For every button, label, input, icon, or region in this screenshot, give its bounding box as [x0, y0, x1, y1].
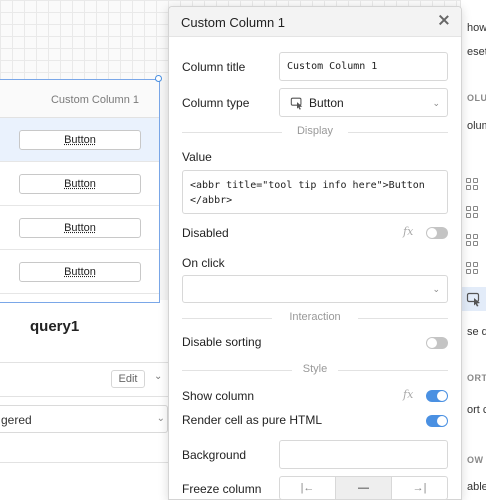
table-row[interactable]: Button — [0, 250, 159, 294]
query-title: query1 — [30, 318, 80, 335]
column-type-icon[interactable] — [466, 262, 480, 276]
column-settings-panel: Custom Column 1 Column title Custom Colu… — [168, 6, 462, 500]
inspector-section-label: ORTI — [467, 373, 486, 383]
table-cell-button[interactable]: Button — [19, 218, 141, 238]
inspector-text: ort co — [467, 404, 486, 416]
fx-icon[interactable]: fx — [403, 225, 413, 238]
table-cell-button[interactable]: Button — [19, 130, 141, 150]
inspector-text[interactable]: eset a — [467, 46, 486, 58]
panel-header: Custom Column 1 — [169, 7, 461, 37]
inspector-section-label: OW S — [467, 455, 486, 465]
column-type-icon[interactable] — [466, 206, 480, 220]
render-html-toggle[interactable] — [426, 415, 448, 427]
disable-sorting-toggle[interactable] — [426, 337, 448, 349]
button-type-icon — [466, 292, 480, 307]
inspector-section-label: OLUM — [467, 93, 486, 103]
disabled-toggle[interactable] — [426, 227, 448, 239]
value-code: <abbr title="tool tip info here">Button … — [190, 180, 425, 206]
column-type-value: Button — [309, 96, 344, 110]
background-color-input[interactable] — [279, 440, 448, 469]
section-interaction-label: Interaction — [289, 311, 341, 323]
table-component[interactable]: Custom Column 1 Button Button Button But… — [0, 79, 160, 303]
section-interaction: Interaction — [182, 311, 448, 325]
freeze-left-option[interactable]: |← — [280, 477, 336, 499]
column-title-input[interactable]: Custom Column 1 — [279, 52, 448, 81]
freeze-right-option[interactable]: →| — [392, 477, 447, 499]
table-header[interactable]: Custom Column 1 — [0, 80, 159, 118]
table-row[interactable]: Button — [0, 162, 159, 206]
freeze-none-option[interactable]: — — [336, 477, 392, 499]
column-type-icon[interactable] — [466, 178, 480, 192]
column-type-icon[interactable] — [466, 234, 480, 248]
trigger-select-value: gered — [1, 413, 32, 427]
freeze-column-segmented[interactable]: |← — →| — [279, 476, 448, 500]
fx-icon[interactable]: fx — [403, 388, 413, 401]
value-code-editor[interactable]: <abbr title="tool tip info here">Button … — [182, 170, 448, 214]
table-row[interactable]: Button — [0, 118, 159, 162]
canvas-area — [0, 300, 168, 500]
chevron-down-icon[interactable]: ⌄ — [154, 371, 162, 382]
column-header-custom-column-1[interactable]: Custom Column 1 — [51, 94, 139, 106]
section-display-label: Display — [296, 125, 334, 137]
section-display: Display — [182, 125, 448, 139]
inspector-text: able — [467, 481, 486, 493]
freeze-column-label: Freeze column — [182, 482, 262, 496]
disabled-label: Disabled — [182, 226, 229, 240]
resize-handle[interactable] — [155, 75, 162, 82]
column-title-label: Column title — [182, 60, 246, 74]
show-column-toggle[interactable] — [426, 390, 448, 402]
inspector-text: how s — [467, 22, 486, 34]
inspector-text: olum — [467, 120, 486, 132]
on-click-select[interactable]: ⌄ — [182, 275, 448, 303]
panel-title: Custom Column 1 — [181, 15, 286, 30]
on-click-label: On click — [182, 256, 225, 270]
edit-button[interactable]: Edit — [111, 370, 145, 388]
table-cell-button[interactable]: Button — [19, 174, 141, 194]
chevron-down-icon: ⌄ — [432, 98, 440, 108]
close-icon[interactable] — [437, 13, 451, 27]
column-type-select[interactable]: Button ⌄ — [279, 88, 448, 117]
disable-sorting-label: Disable sorting — [182, 335, 262, 349]
divider — [0, 362, 168, 363]
divider — [0, 396, 168, 397]
column-title-value: Custom Column 1 — [287, 61, 378, 72]
section-style: Style — [182, 363, 448, 377]
divider — [0, 462, 168, 463]
value-label: Value — [182, 150, 212, 164]
table-cell-button[interactable]: Button — [19, 262, 141, 282]
render-html-label: Render cell as pure HTML — [182, 413, 323, 427]
chevron-down-icon: ⌄ — [432, 284, 440, 294]
table-row[interactable]: Button — [0, 206, 159, 250]
inspector-text: se dy — [467, 326, 486, 338]
inspector-strip — [460, 0, 486, 500]
show-column-label: Show column — [182, 389, 255, 403]
background-label: Background — [182, 448, 247, 462]
column-type-label: Column type — [182, 96, 250, 110]
section-style-label: Style — [302, 363, 328, 375]
button-type-icon — [290, 97, 303, 110]
chevron-down-icon: ⌄ — [156, 413, 165, 424]
trigger-select[interactable]: gered ⌄ — [0, 405, 168, 433]
